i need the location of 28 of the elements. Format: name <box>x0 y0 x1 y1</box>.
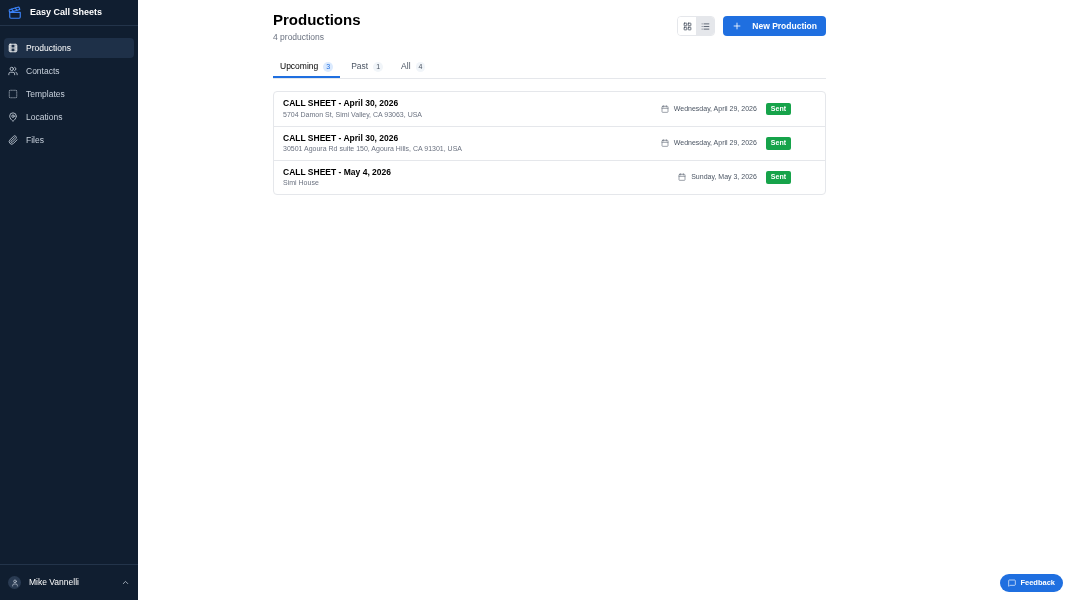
call-sheet-title: CALL SHEET - April 30, 2026 <box>283 131 400 145</box>
map-pin-icon <box>8 112 18 122</box>
sidebar-item[interactable]: Files <box>4 130 134 150</box>
production-count: 4 productions <box>273 31 326 44</box>
call-sheet-title: CALL SHEET - May 4, 2026 <box>283 165 392 179</box>
calendar-icon <box>660 139 669 148</box>
sidebar-item[interactable]: Locations <box>4 107 134 127</box>
chevron-up-icon[interactable] <box>121 578 130 587</box>
dashed-square-icon <box>8 89 18 99</box>
calendar-icon <box>660 104 669 113</box>
sidebar-item[interactable]: Productions <box>4 38 134 58</box>
list-icon <box>700 21 710 31</box>
sidebar-item[interactable]: Contacts <box>4 61 134 81</box>
page-title: Productions <box>273 11 361 29</box>
sidebar-item[interactable]: Templates <box>4 84 134 104</box>
call-sheet-title: CALL SHEET - April 30, 2026 <box>283 97 400 110</box>
plus-icon <box>732 21 743 31</box>
new-production-button[interactable]: New Production <box>723 16 826 36</box>
grid-icon <box>682 21 692 31</box>
clapperboard-logo-icon <box>8 5 22 20</box>
users-icon <box>8 66 18 76</box>
user-name: Mike Vannelli <box>29 576 79 589</box>
message-icon <box>1008 579 1017 587</box>
film-icon <box>8 43 18 53</box>
app-name: Easy Call Sheets <box>30 5 103 19</box>
list-view-button[interactable] <box>696 17 715 35</box>
calendar-icon <box>678 173 687 182</box>
paperclip-icon <box>8 135 18 145</box>
